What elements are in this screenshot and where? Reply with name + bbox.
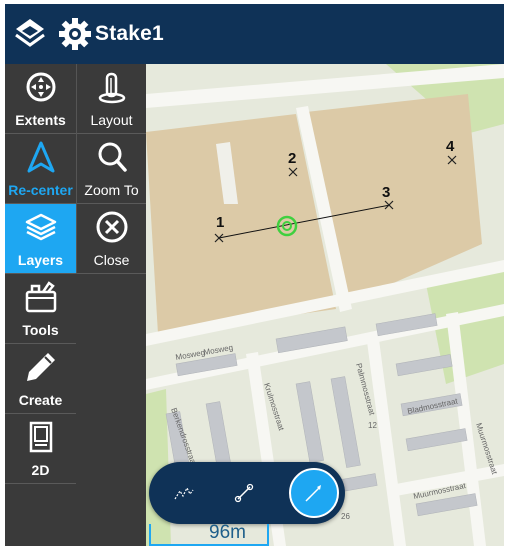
point-label: 4 [446, 138, 455, 155]
sidebar-right-column: Layout Zoom To Close [76, 64, 146, 274]
layout-button[interactable]: Layout [77, 64, 146, 134]
app-frame: Stake1 Extents Re-center Layers Tools Cr… [5, 4, 504, 546]
drawing-toolbar [149, 462, 345, 524]
map-2d-icon [29, 421, 52, 453]
sidebar-left-column: Extents Re-center Layers Tools Create 2D [5, 64, 76, 484]
layers-label: Layers [17, 252, 64, 268]
house-number: 12 [368, 421, 377, 430]
toolbox-icon [25, 281, 56, 313]
point-label: 3 [382, 184, 391, 201]
zoom-to-label: Zoom To [84, 182, 139, 198]
scale-label: 96m [209, 522, 246, 543]
extents-label: Extents [15, 112, 66, 128]
extents-button[interactable]: Extents [5, 64, 76, 134]
layers-icon [25, 213, 56, 241]
create-button[interactable]: Create [5, 344, 76, 414]
pencil-icon [26, 353, 55, 381]
polyline-icon [174, 486, 194, 500]
close-circle-icon [96, 211, 127, 243]
draw-line-icon [305, 485, 321, 502]
layout-label: Layout [90, 112, 133, 128]
re-center-button[interactable]: Re-center [5, 134, 76, 204]
project-title: Stake1 [95, 22, 164, 45]
zoom-to-button[interactable]: Zoom To [77, 134, 146, 204]
point-label: 2 [288, 150, 297, 167]
sidebar: Extents Re-center Layers Tools Create 2D… [5, 64, 146, 546]
extents-icon [26, 72, 55, 102]
polyline-button[interactable] [159, 468, 209, 518]
create-label: Create [18, 392, 63, 408]
zoom-search-icon [98, 142, 127, 172]
close-label: Close [93, 252, 130, 268]
navigation-arrow-icon [27, 141, 54, 173]
house-number: 26 [341, 512, 350, 521]
line-icon [234, 483, 254, 503]
re-center-label: Re-center [8, 182, 73, 198]
app-header: Stake1 [5, 4, 504, 64]
point-label: 1 [216, 214, 225, 231]
tools-button[interactable]: Tools [5, 274, 76, 344]
tools-label: Tools [22, 322, 59, 338]
view-2d-label: 2D [31, 462, 50, 478]
layers-button[interactable]: Layers [5, 204, 76, 274]
close-button[interactable]: Close [77, 204, 146, 274]
app-logo-icon[interactable] [12, 16, 48, 52]
draw-line-button[interactable] [289, 468, 339, 518]
layout-icon [98, 72, 125, 104]
gear-icon[interactable] [57, 16, 93, 52]
line-button[interactable] [219, 468, 269, 518]
view-2d-button[interactable]: 2D [5, 414, 76, 484]
